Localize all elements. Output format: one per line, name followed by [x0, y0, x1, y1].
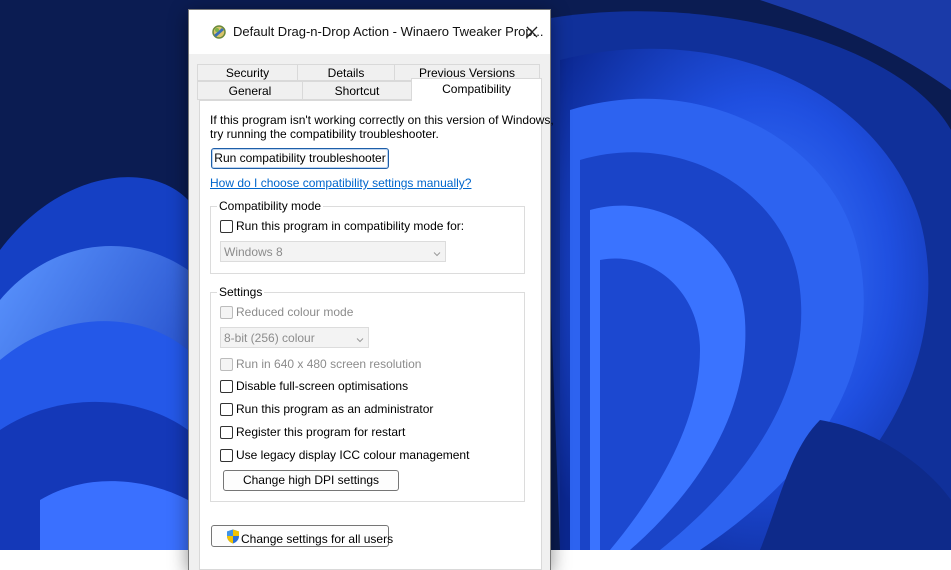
compatibility-panel: If this program isn't working correctly … [199, 100, 554, 570]
fullscreen-optimisations-checkbox[interactable] [220, 380, 233, 393]
reduced-colour-checkbox[interactable] [220, 306, 233, 319]
change-dpi-settings-button[interactable]: Change high DPI settings [223, 470, 399, 491]
compat-mode-checkbox[interactable] [220, 220, 233, 233]
chevron-down-icon [356, 333, 364, 343]
legacy-icc-checkbox[interactable] [220, 449, 233, 462]
resolution-label: Run in 640 x 480 screen resolution [236, 357, 422, 371]
all-users-button-label: Change settings for all users [241, 532, 394, 546]
register-restart-label: Register this program for restart [236, 425, 406, 439]
change-settings-all-users-button[interactable]: Change settings for all users [211, 525, 393, 547]
tab-compatibility[interactable]: Compatibility [411, 78, 542, 101]
settings-group: Settings Reduced colour mode 8-bit (256)… [210, 285, 525, 502]
colour-depth-select[interactable]: 8-bit (256) colour [220, 327, 369, 348]
window-title: Default Drag-n-Drop Action - Winaero Twe… [233, 24, 544, 39]
compat-mode-select-value: Windows 8 [224, 245, 283, 259]
tab-label: General [228, 84, 272, 98]
close-icon[interactable] [522, 22, 542, 42]
compat-mode-label: Run this program in compatibility mode f… [236, 219, 465, 233]
register-restart-checkbox[interactable] [220, 426, 233, 439]
properties-dialog: Default Drag-n-Drop Action - Winaero Twe… [188, 9, 554, 570]
resolution-checkbox[interactable] [220, 358, 233, 371]
run-as-admin-checkbox[interactable] [220, 403, 233, 416]
title-bar[interactable]: Default Drag-n-Drop Action - Winaero Twe… [189, 10, 550, 54]
tab-strip: Security Details Previous Versions Gener… [189, 62, 550, 102]
run-troubleshooter-button[interactable]: Run compatibility troubleshooter [211, 148, 389, 169]
winaero-app-icon [211, 24, 227, 40]
reduced-colour-label: Reduced colour mode [236, 305, 354, 319]
intro-text-line1: If this program isn't working correctly … [210, 113, 554, 127]
legacy-icc-label: Use legacy display ICC colour management [236, 448, 470, 462]
colour-depth-select-value: 8-bit (256) colour [224, 331, 315, 345]
tab-general[interactable]: General [197, 81, 303, 100]
tab-security[interactable]: Security [197, 64, 298, 81]
compatibility-mode-group: Compatibility mode Run this program in c… [210, 199, 525, 274]
group-legend-settings: Settings [217, 285, 265, 299]
tab-details[interactable]: Details [297, 64, 395, 81]
tab-label: Shortcut [334, 84, 380, 98]
uac-shield-icon [226, 529, 240, 544]
tab-shortcut[interactable]: Shortcut [302, 81, 412, 100]
help-link[interactable]: How do I choose compatibility settings m… [210, 176, 471, 190]
intro-text-line2: try running the compatibility troublesho… [210, 127, 439, 141]
tab-label: Compatibility [442, 82, 511, 96]
compat-mode-select[interactable]: Windows 8 [220, 241, 446, 262]
tab-label: Details [327, 66, 365, 80]
group-legend-compat-mode: Compatibility mode [217, 199, 324, 213]
chevron-down-icon [433, 247, 441, 257]
tab-label: Security [225, 66, 270, 80]
run-as-admin-label: Run this program as an administrator [236, 402, 434, 416]
fullscreen-optimisations-label: Disable full-screen optimisations [236, 379, 409, 393]
